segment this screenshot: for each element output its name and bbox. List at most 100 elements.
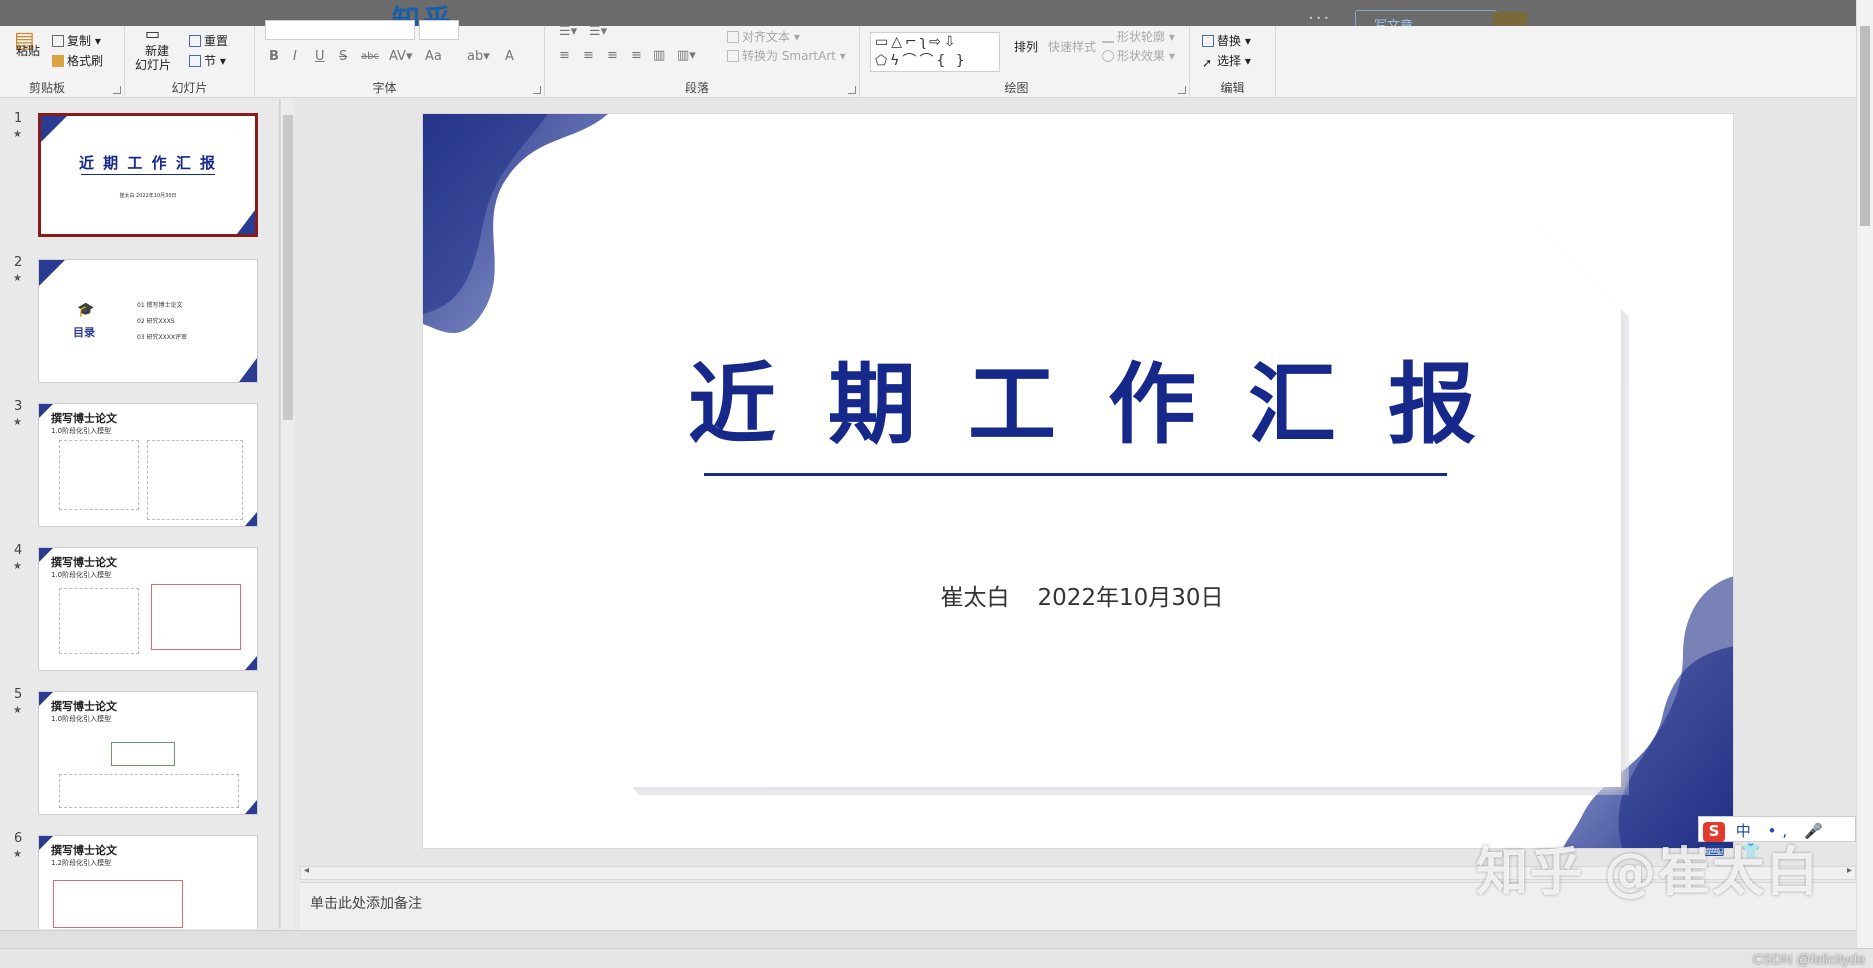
thumb-sub: 崔太白 2022年10月30日	[119, 193, 177, 199]
drawing-group-label: 绘图	[1004, 81, 1029, 95]
drawing-group: ▭△⌐ʅ⇨⇩ ⬠ϟ⌒⌒{ } 排列 快速样式 形状轮廓 ▾ 形状效果 ▾ 绘图	[860, 26, 1190, 98]
thumb-sub: 1.0阶段化引入模型	[51, 427, 112, 435]
section-label: 节	[204, 54, 217, 68]
reset-label: 重置	[204, 34, 229, 48]
format-painter-label: 格式刷	[67, 54, 104, 68]
italic-button[interactable]: I	[293, 49, 297, 64]
slide-thumbnails-pane: 1 ★ 近 期 工 作 汇 报 崔太白 2022年10月30日 2 ★ 🎓 目录…	[0, 99, 280, 929]
distribute-icon[interactable]: ▥	[653, 48, 665, 63]
corner-blob-bottom-right	[1618, 576, 1733, 848]
brush-icon	[52, 55, 64, 67]
numbering-icon[interactable]: ☰▾	[589, 24, 607, 39]
smartart-button[interactable]: 转换为 SmartArt ▾	[727, 47, 846, 64]
smartart-label: 转换为 SmartArt	[742, 49, 836, 63]
justify-icon[interactable]: ≡	[631, 48, 642, 63]
window-scrollbar[interactable]	[1856, 0, 1873, 968]
slide-thumbnail-5[interactable]: 撰写博士论文 1.0阶段化引入模型	[38, 691, 258, 815]
scrollbar-thumb[interactable]	[1860, 26, 1870, 226]
replace-icon	[1202, 35, 1214, 47]
smartart-icon	[727, 50, 739, 62]
font-name-field[interactable]	[265, 20, 415, 40]
align-left-icon[interactable]: ≡	[559, 48, 570, 63]
thumb-title: 撰写博士论文	[51, 700, 117, 713]
strikethrough-button[interactable]: abc	[361, 51, 379, 62]
title-card	[543, 211, 1621, 787]
shapes-gallery[interactable]: ▭△⌐ʅ⇨⇩ ⬠ϟ⌒⌒{ }	[870, 32, 1000, 72]
thumb-decor	[245, 800, 257, 814]
thumb-title: 近 期 工 作 汇 报	[78, 154, 218, 172]
char-spacing-button[interactable]: AV▾	[389, 49, 412, 64]
scroll-right-icon[interactable]: ▸	[1847, 865, 1852, 876]
thumb-sub: 1.0阶段化引入模型	[51, 715, 112, 723]
columns-icon[interactable]: ▥▾	[677, 48, 696, 63]
thumb-decor	[245, 656, 257, 670]
clipboard-group-label: 剪贴板	[28, 81, 65, 95]
new-slide-icon[interactable]: ▭	[145, 24, 160, 43]
new-slide-dropdown[interactable]: 幻灯片	[135, 56, 171, 73]
thumb-title: 目录	[73, 326, 95, 339]
current-slide[interactable]: 近期工作汇报 崔太白 2022年10月30日	[422, 113, 1734, 849]
section-icon	[189, 55, 201, 67]
animation-star-icon: ★	[13, 273, 22, 284]
arrange-button[interactable]: 排列	[1014, 38, 1038, 55]
toc-item: 01 撰写博士论文	[137, 302, 183, 309]
change-case-button[interactable]: Aa	[425, 49, 442, 64]
drawing-launcher-icon[interactable]	[1178, 86, 1186, 94]
pen-icon	[1102, 31, 1114, 43]
thumb-figure	[59, 440, 139, 510]
scroll-left-icon[interactable]: ◂	[304, 865, 309, 876]
slide-thumbnail-3[interactable]: 撰写博士论文 1.0阶段化引入模型	[38, 403, 258, 527]
highlight-icon[interactable]: ab▾	[467, 49, 490, 64]
thumb-number: 4	[14, 543, 23, 558]
animation-star-icon: ★	[13, 561, 22, 572]
thumb-number: 5	[14, 687, 23, 702]
select-button[interactable]: ➚ 选择 ▾	[1202, 52, 1251, 70]
cursor-icon: ➚	[1202, 56, 1213, 70]
bold-button[interactable]: B	[269, 49, 279, 64]
align-text-button[interactable]: 对齐文本 ▾	[727, 28, 800, 45]
slide-title[interactable]: 近期工作汇报	[543, 334, 1621, 461]
thumb-number: 2	[14, 255, 23, 270]
copy-icon	[52, 35, 64, 47]
replace-button[interactable]: 替换 ▾	[1202, 32, 1251, 49]
write-article-button[interactable]: 写文章	[1355, 10, 1497, 26]
thumb-equations	[151, 584, 241, 650]
section-button[interactable]: 节 ▾	[189, 52, 226, 69]
underline-button[interactable]: U	[315, 49, 325, 64]
slide-thumbnail-1[interactable]: 近 期 工 作 汇 报 崔太白 2022年10月30日	[38, 113, 258, 237]
slide-subtitle[interactable]: 崔太白 2022年10月30日	[543, 578, 1621, 612]
more-icon[interactable]: ···	[1308, 8, 1331, 26]
effects-icon	[1102, 50, 1114, 62]
avatar[interactable]	[1493, 12, 1527, 26]
align-center-icon[interactable]: ≡	[583, 48, 594, 63]
notes-placeholder[interactable]: 单击此处添加备注	[310, 893, 422, 913]
shape-outline-button[interactable]: 形状轮廓 ▾	[1102, 28, 1175, 45]
paste-button[interactable]: 粘贴	[16, 42, 40, 59]
slide-editor: 近期工作汇报 崔太白 2022年10月30日	[295, 99, 1856, 879]
shape-effects-label: 形状效果	[1117, 49, 1166, 63]
slide-thumbnail-6[interactable]: 撰写博士论文 1.2阶段化引入模型	[38, 835, 258, 929]
copy-button[interactable]: 复制 ▾	[52, 32, 101, 49]
bullets-icon[interactable]: ☰▾	[559, 24, 577, 39]
quick-styles-button[interactable]: 快速样式	[1048, 38, 1096, 55]
thumb-decor	[245, 512, 257, 526]
thumb-number: 6	[14, 831, 23, 846]
format-painter-button[interactable]: 格式刷	[52, 52, 103, 69]
font-color-button[interactable]: A	[505, 49, 514, 64]
slide-author: 崔太白	[940, 585, 1010, 611]
thumbnails-scrollbar[interactable]	[280, 99, 294, 929]
align-right-icon[interactable]: ≡	[607, 48, 618, 63]
clipboard-launcher-icon[interactable]	[113, 86, 121, 94]
align-text-icon	[727, 31, 739, 43]
csdn-watermark: CSDN @felicityde	[1752, 951, 1865, 967]
reset-button[interactable]: 重置	[189, 32, 228, 49]
shadow-button[interactable]: S	[339, 49, 347, 64]
slide-thumbnail-4[interactable]: 撰写博士论文 1.0阶段化引入模型	[38, 547, 258, 671]
slide-thumbnail-2[interactable]: 🎓 目录 01 撰写博士论文 02 研究XXXS 03 研究XXXX评审	[38, 259, 258, 383]
shape-effects-button[interactable]: 形状效果 ▾	[1102, 47, 1175, 64]
thumb-number: 1	[14, 111, 23, 126]
editing-group-label: 编辑	[1220, 81, 1245, 95]
scrollbar-thumb[interactable]	[283, 115, 293, 420]
thumb-decor	[239, 358, 257, 382]
font-size-field[interactable]	[419, 20, 459, 40]
